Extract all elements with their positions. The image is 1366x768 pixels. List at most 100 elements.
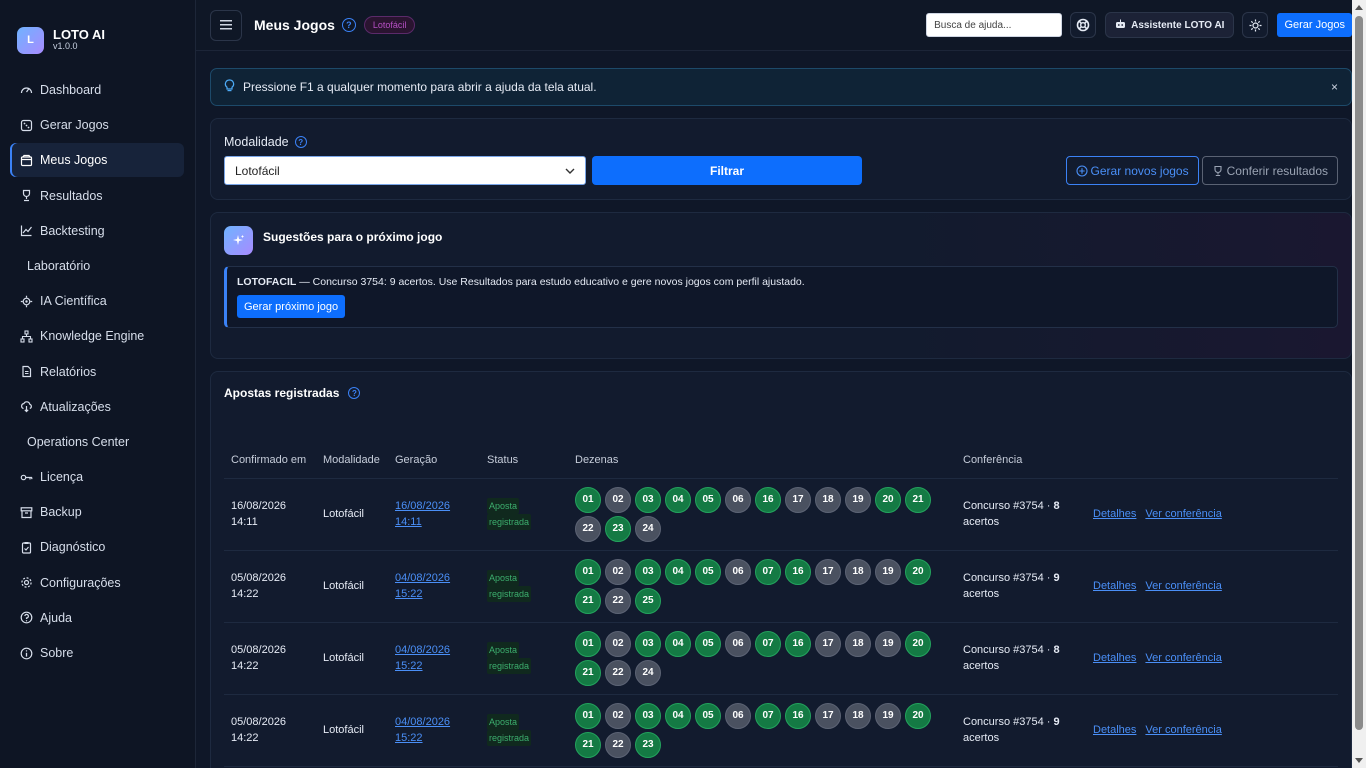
generation-date: 04/08/2026 bbox=[395, 716, 451, 728]
conference-contest: Concurso #3754 · bbox=[963, 572, 1054, 584]
check-results-button[interactable]: Conferir resultados bbox=[1201, 156, 1338, 185]
column-header bbox=[1086, 443, 1338, 479]
details-link[interactable]: Detalhes bbox=[1093, 724, 1136, 736]
sidebar-item-label: Operations Center bbox=[27, 434, 130, 449]
sidebar-item-dashboard[interactable]: Dashboard bbox=[10, 73, 184, 107]
assistant-button[interactable]: Assistente LOTO AI bbox=[1105, 12, 1235, 38]
generate-games-button[interactable]: Gerar Jogos bbox=[1277, 13, 1352, 37]
number-ball: 22 bbox=[605, 587, 631, 614]
logo: L bbox=[17, 26, 44, 54]
status-badge: registrada bbox=[487, 514, 532, 530]
column-header: Dezenas bbox=[568, 443, 956, 479]
number-ball: 01 bbox=[575, 630, 601, 657]
theme-toggle-button[interactable] bbox=[1242, 12, 1269, 38]
details-link[interactable]: Detalhes bbox=[1093, 580, 1136, 592]
sidebar-item-label: IA Científica bbox=[40, 294, 107, 309]
table-row: 05/08/2026 14:22 Lotofácil 04/08/2026 15:2… bbox=[224, 694, 1338, 767]
gear-icon bbox=[19, 576, 33, 590]
sidebar-item-backtesting[interactable]: Backtesting bbox=[10, 214, 184, 248]
file-icon bbox=[19, 365, 33, 379]
confirmed-date: 05/08/2026 bbox=[231, 572, 287, 584]
sidebar-item-licenca[interactable]: Licença bbox=[10, 460, 184, 494]
scroll-thumb[interactable] bbox=[1355, 16, 1363, 730]
generation-time: 14:11 bbox=[395, 516, 422, 528]
filter-button[interactable]: Filtrar bbox=[592, 156, 862, 185]
sidebar-item-label: Licença bbox=[40, 470, 84, 485]
sidebar-item-backup[interactable]: Backup bbox=[10, 495, 184, 529]
lifebuoy-button[interactable] bbox=[1070, 12, 1097, 38]
suggestion-card: Sugestões para o próximo jogo LOTOFACIL … bbox=[210, 212, 1352, 359]
sidebar-item-knowledge-engine[interactable]: Knowledge Engine bbox=[10, 319, 184, 353]
sidebar-item-laboratorio[interactable]: Laboratório bbox=[10, 249, 184, 283]
number-ball: 06 bbox=[725, 558, 751, 585]
confirmed-time: 14:22 bbox=[231, 588, 259, 600]
sidebar-item-gerar-jogos[interactable]: Gerar Jogos bbox=[10, 108, 184, 142]
details-link[interactable]: Detalhes bbox=[1093, 652, 1136, 664]
sidebar-item-label: Meus Jogos bbox=[40, 153, 108, 168]
sidebar-item-relatorios[interactable]: Relatórios bbox=[10, 355, 184, 389]
confirmed-time: 14:22 bbox=[231, 660, 259, 672]
sidebar-item-atualizacoes[interactable]: Atualizações bbox=[10, 390, 184, 424]
help-icon[interactable]: ? bbox=[341, 18, 356, 32]
scrollbar[interactable] bbox=[1352, 0, 1366, 768]
sidebar-item-operations-center[interactable]: Operations Center bbox=[10, 425, 184, 459]
new-games-label: Gerar novos jogos bbox=[1090, 163, 1189, 178]
new-games-button[interactable]: Gerar novos jogos bbox=[1065, 156, 1199, 185]
actions-cell: Detalhes Ver conferência bbox=[1086, 550, 1338, 623]
number-ball: 02 bbox=[605, 702, 631, 729]
number-ball: 22 bbox=[575, 515, 601, 542]
number-ball: 06 bbox=[725, 630, 751, 657]
modality-select[interactable]: Lotofácil bbox=[224, 156, 586, 185]
view-conference-link[interactable]: Ver conferência bbox=[1145, 508, 1221, 520]
actions-cell: Detalhes Ver conferência bbox=[1086, 622, 1338, 695]
help-icon[interactable]: ? bbox=[348, 387, 361, 399]
sidebar-item-resultados[interactable]: Resultados bbox=[10, 179, 184, 213]
sidebar-item-ajuda[interactable]: Ajuda bbox=[10, 601, 184, 635]
sidebar-item-label: Resultados bbox=[40, 188, 103, 203]
sidebar-item-meus-jogos[interactable]: Meus Jogos bbox=[10, 143, 184, 178]
actions-cell: Detalhes Ver conferência bbox=[1086, 478, 1338, 551]
number-ball: 01 bbox=[575, 486, 601, 513]
alert-text: Pressione F1 a qualquer momento para abr… bbox=[243, 80, 597, 94]
scroll-down-arrow-icon[interactable] bbox=[1355, 758, 1363, 763]
number-ball: 22 bbox=[605, 731, 631, 758]
sidebar-item-ia-cientifica[interactable]: IA Científica bbox=[10, 284, 184, 318]
generation-time: 15:22 bbox=[395, 732, 423, 744]
bets-card: Apostas registradas ? Confirmado em Modal… bbox=[210, 371, 1352, 768]
details-link[interactable]: Detalhes bbox=[1093, 508, 1136, 520]
view-conference-link[interactable]: Ver conferência bbox=[1145, 724, 1221, 736]
number-ball: 23 bbox=[635, 731, 661, 758]
diagram-icon bbox=[19, 329, 33, 343]
number-ball: 05 bbox=[695, 702, 721, 729]
number-ball: 05 bbox=[695, 486, 721, 513]
brand: L LOTO AI v1.0.0 bbox=[0, 0, 195, 60]
number-ball: 02 bbox=[605, 630, 631, 657]
help-search-input[interactable] bbox=[926, 13, 1063, 37]
scroll-up-arrow-icon[interactable] bbox=[1355, 5, 1363, 10]
close-icon[interactable]: × bbox=[1331, 80, 1338, 94]
generation-link[interactable]: 04/08/2026 15:22 bbox=[395, 642, 480, 674]
number-ball: 22 bbox=[605, 659, 631, 686]
status-cell: Aposta registrada bbox=[480, 478, 568, 551]
sidebar-item-diagnostico[interactable]: Diagnóstico bbox=[10, 530, 184, 564]
number-ball: 21 bbox=[575, 659, 601, 686]
view-conference-link[interactable]: Ver conferência bbox=[1145, 652, 1221, 664]
sidebar-item-configuracoes[interactable]: Configurações bbox=[10, 566, 184, 600]
info-icon bbox=[19, 646, 33, 660]
generate-next-game-button[interactable]: Gerar próximo jogo bbox=[237, 295, 346, 318]
confirmed-date: 05/08/2026 bbox=[231, 644, 287, 656]
number-ball: 04 bbox=[665, 558, 691, 585]
conference-hits: 8 bbox=[1053, 500, 1060, 512]
topbar-actions: Assistente LOTO AI Gerar Jogos bbox=[926, 12, 1352, 38]
status-badge: Aposta bbox=[487, 642, 520, 658]
help-icon[interactable]: ? bbox=[294, 136, 307, 148]
view-conference-link[interactable]: Ver conferência bbox=[1145, 580, 1221, 592]
sidebar-item-sobre[interactable]: Sobre bbox=[10, 636, 184, 670]
menu-toggle-button[interactable] bbox=[210, 9, 242, 41]
generation-link[interactable]: 04/08/2026 15:22 bbox=[395, 570, 480, 602]
generation-link[interactable]: 04/08/2026 15:22 bbox=[395, 714, 480, 746]
number-ball: 02 bbox=[605, 558, 631, 585]
generation-link[interactable]: 16/08/2026 14:11 bbox=[395, 498, 480, 530]
number-ball: 04 bbox=[665, 630, 691, 657]
sidebar-item-label: Dashboard bbox=[40, 83, 102, 97]
